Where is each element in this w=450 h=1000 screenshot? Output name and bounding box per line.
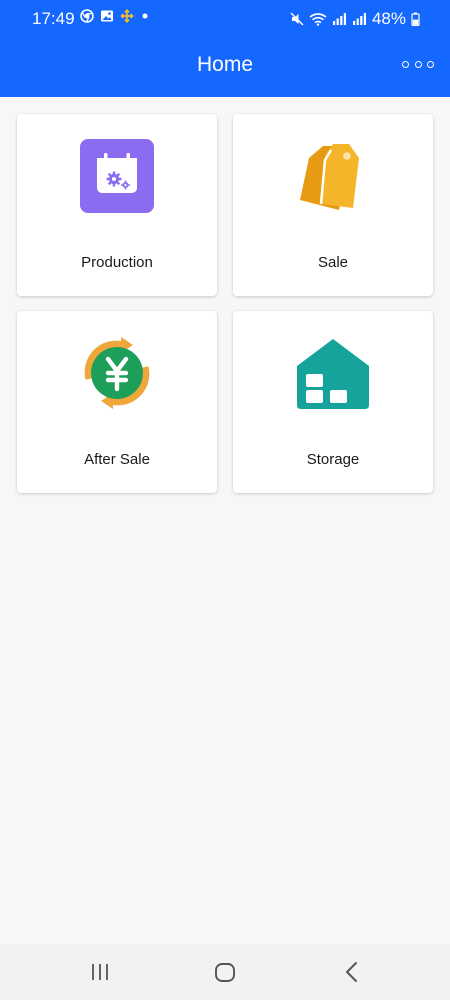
back-icon[interactable]	[338, 958, 366, 986]
more-horizontal-icon	[402, 60, 409, 68]
tile-label: Production	[81, 254, 153, 271]
battery-percent: 48%	[371, 9, 406, 28]
status-right-icons: 48%	[290, 9, 420, 29]
wifi-icon	[309, 13, 327, 26]
tile-label: After Sale	[84, 451, 150, 468]
more-horizontal-icon	[414, 60, 422, 68]
tile-production[interactable]: Production	[17, 114, 217, 296]
page-title: Home	[196, 53, 254, 76]
after-sale-yen-icon	[84, 337, 150, 409]
signal-icon	[332, 13, 346, 25]
more-horizontal-icon	[427, 60, 434, 68]
more-options-button[interactable]	[402, 56, 434, 72]
tile-storage[interactable]: Storage	[233, 311, 433, 493]
app-header: 17:49 48% Home	[0, 0, 450, 97]
signal-icon	[352, 13, 366, 25]
mute-icon	[290, 12, 304, 26]
system-nav-bar	[0, 944, 450, 1000]
battery-icon	[411, 12, 420, 26]
tile-after-sale[interactable]: After Sale	[17, 311, 217, 493]
notification-dot-icon	[142, 13, 148, 19]
status-left-icons	[80, 9, 150, 23]
binance-icon	[120, 9, 134, 23]
chrome-icon	[80, 9, 94, 23]
home-screen: 17:49 48% Home Production Sale After Sal…	[0, 0, 450, 1000]
status-bar: 17:49 48%	[0, 0, 450, 38]
tile-label: Storage	[306, 451, 360, 468]
tile-sale[interactable]: Sale	[233, 114, 433, 296]
gallery-icon	[101, 10, 113, 22]
sale-tag-icon	[300, 144, 359, 210]
recent-apps-icon[interactable]	[86, 958, 114, 986]
home-icon[interactable]	[211, 958, 239, 986]
production-calendar-gear-icon	[80, 139, 154, 213]
storage-house-icon	[297, 339, 369, 409]
tile-label: Sale	[317, 254, 349, 271]
status-time: 17:49	[32, 9, 75, 28]
